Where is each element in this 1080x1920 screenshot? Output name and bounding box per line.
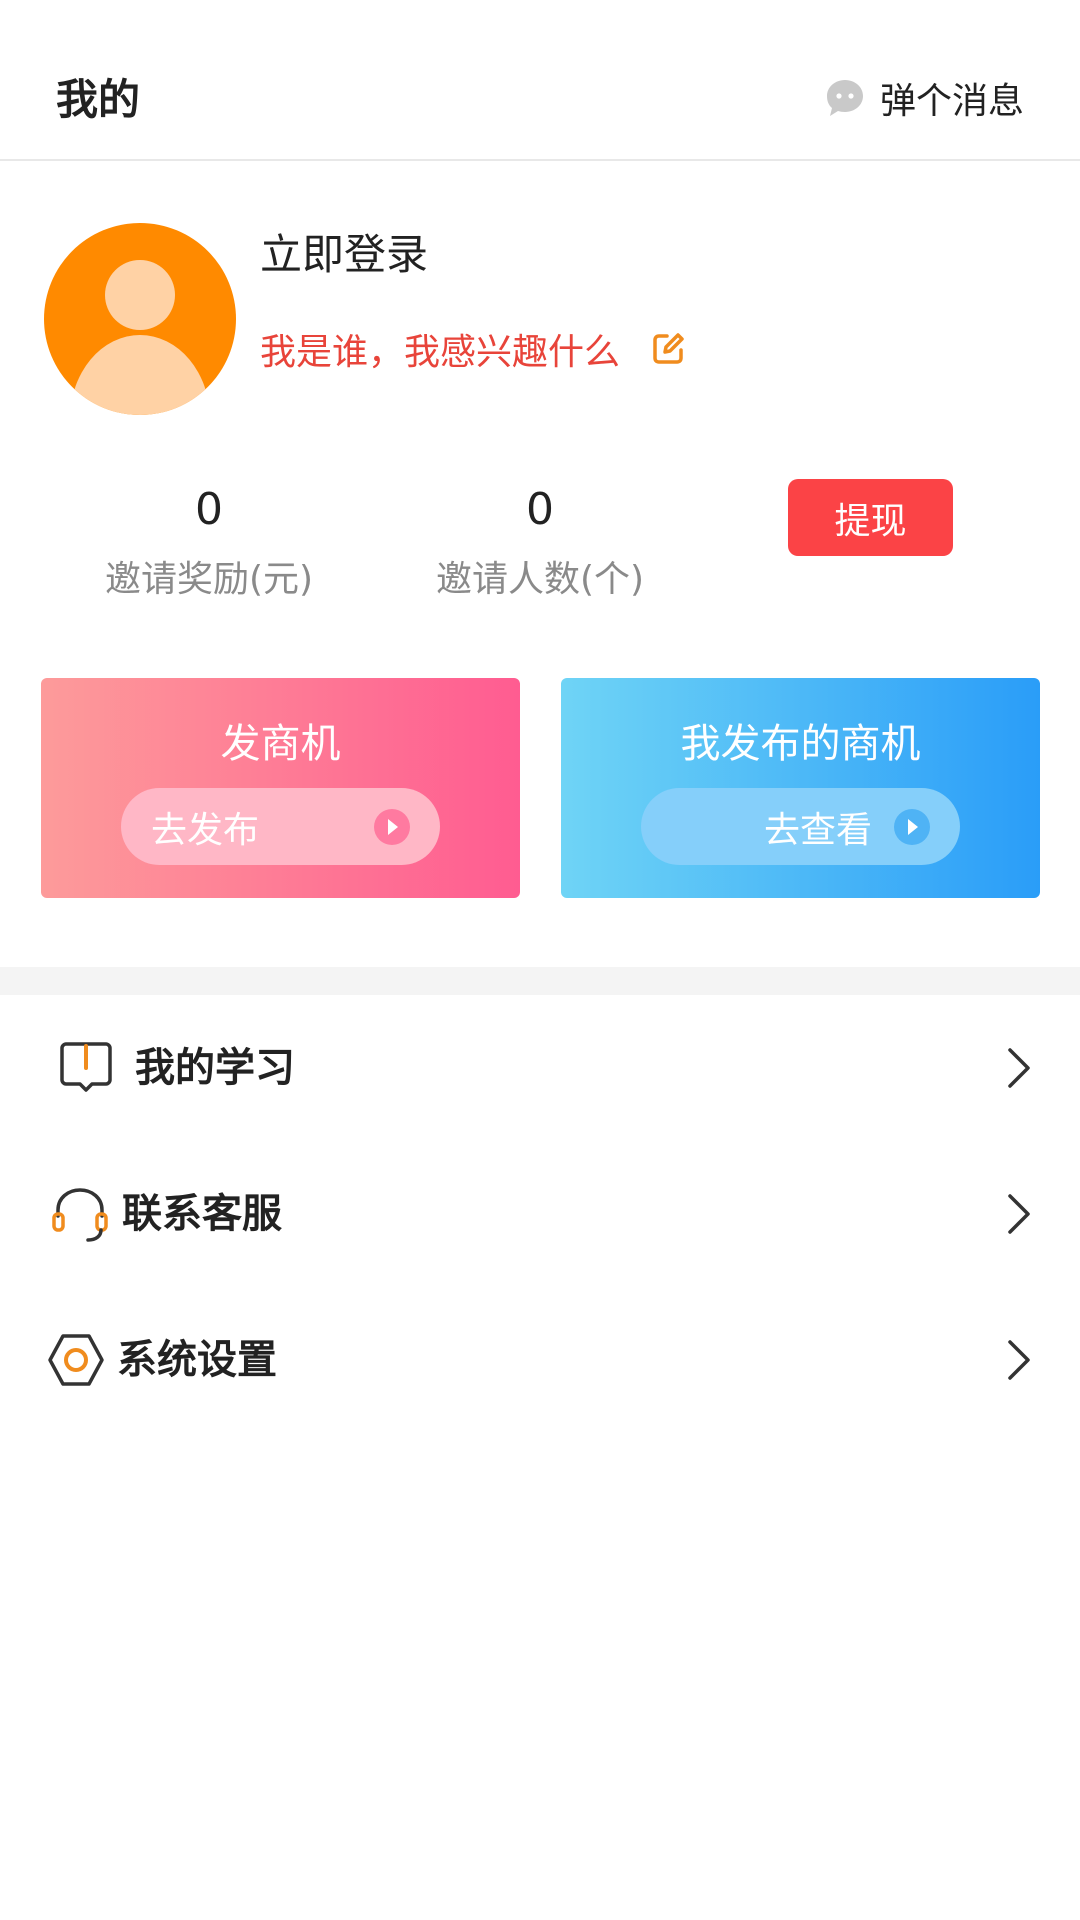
invite-reward-value: 0 [195, 484, 223, 535]
book-icon [60, 1042, 112, 1092]
bio-text: 我是谁，我感兴趣什么 [260, 332, 621, 373]
login-link[interactable]: 立即登录 [260, 227, 428, 283]
chevron-right-icon [1008, 1340, 1030, 1380]
invite-count-value: 0 [526, 484, 554, 535]
invite-reward-label: 邀请奖励(元) [104, 559, 314, 600]
menu-item-customer-service[interactable]: 联系客服 [0, 1141, 1080, 1287]
menu-item-my-learning[interactable]: 我的学习 [0, 995, 1080, 1141]
my-opportunities-card[interactable]: 我发布的商机 去查看 [561, 678, 1040, 898]
chevron-right-icon [1008, 1194, 1030, 1234]
chevron-right-icon [1008, 1048, 1030, 1088]
chat-bubble-icon [826, 80, 863, 116]
menu-item-label: 我的学习 [135, 1045, 295, 1091]
post-opportunity-title: 发商机 [220, 721, 341, 767]
top-bar: 我的 弹个消息 [0, 0, 1080, 161]
edit-icon[interactable] [650, 331, 686, 367]
stats-section: 0 邀请奖励(元) 0 邀请人数(个) 提现 [0, 470, 1080, 630]
invite-count-label: 邀请人数(个) [435, 559, 645, 600]
invite-count-stat[interactable]: 0 邀请人数(个) [410, 470, 670, 610]
post-opportunity-card[interactable]: 发商机 去发布 [41, 678, 520, 898]
section-divider [0, 967, 1080, 995]
go-post-label: 去发布 [151, 809, 260, 851]
page-title: 我的 [56, 75, 141, 124]
my-opportunities-title: 我发布的商机 [680, 721, 921, 767]
play-circle-icon [374, 808, 410, 845]
go-view-label: 去查看 [763, 809, 872, 851]
profile-section: 立即登录 我是谁，我感兴趣什么 [0, 161, 1080, 461]
invite-reward-stat[interactable]: 0 邀请奖励(元) [79, 470, 339, 610]
go-view-button[interactable]: 去查看 [641, 788, 960, 865]
user-avatar-icon[interactable] [44, 223, 236, 415]
menu-item-label: 联系客服 [122, 1191, 282, 1237]
bio-row[interactable]: 我是谁，我感兴趣什么 [260, 321, 686, 377]
message-button-label: 弹个消息 [879, 81, 1024, 122]
withdraw-button[interactable]: 提现 [788, 479, 953, 556]
go-post-button[interactable]: 去发布 [121, 788, 440, 865]
play-circle-icon [894, 808, 930, 845]
message-button[interactable]: 弹个消息 [824, 70, 1024, 126]
settings-icon [48, 1334, 104, 1386]
headset-icon [52, 1188, 108, 1242]
menu-item-system-settings[interactable]: 系统设置 [0, 1287, 1080, 1433]
menu-item-label: 系统设置 [117, 1337, 277, 1383]
